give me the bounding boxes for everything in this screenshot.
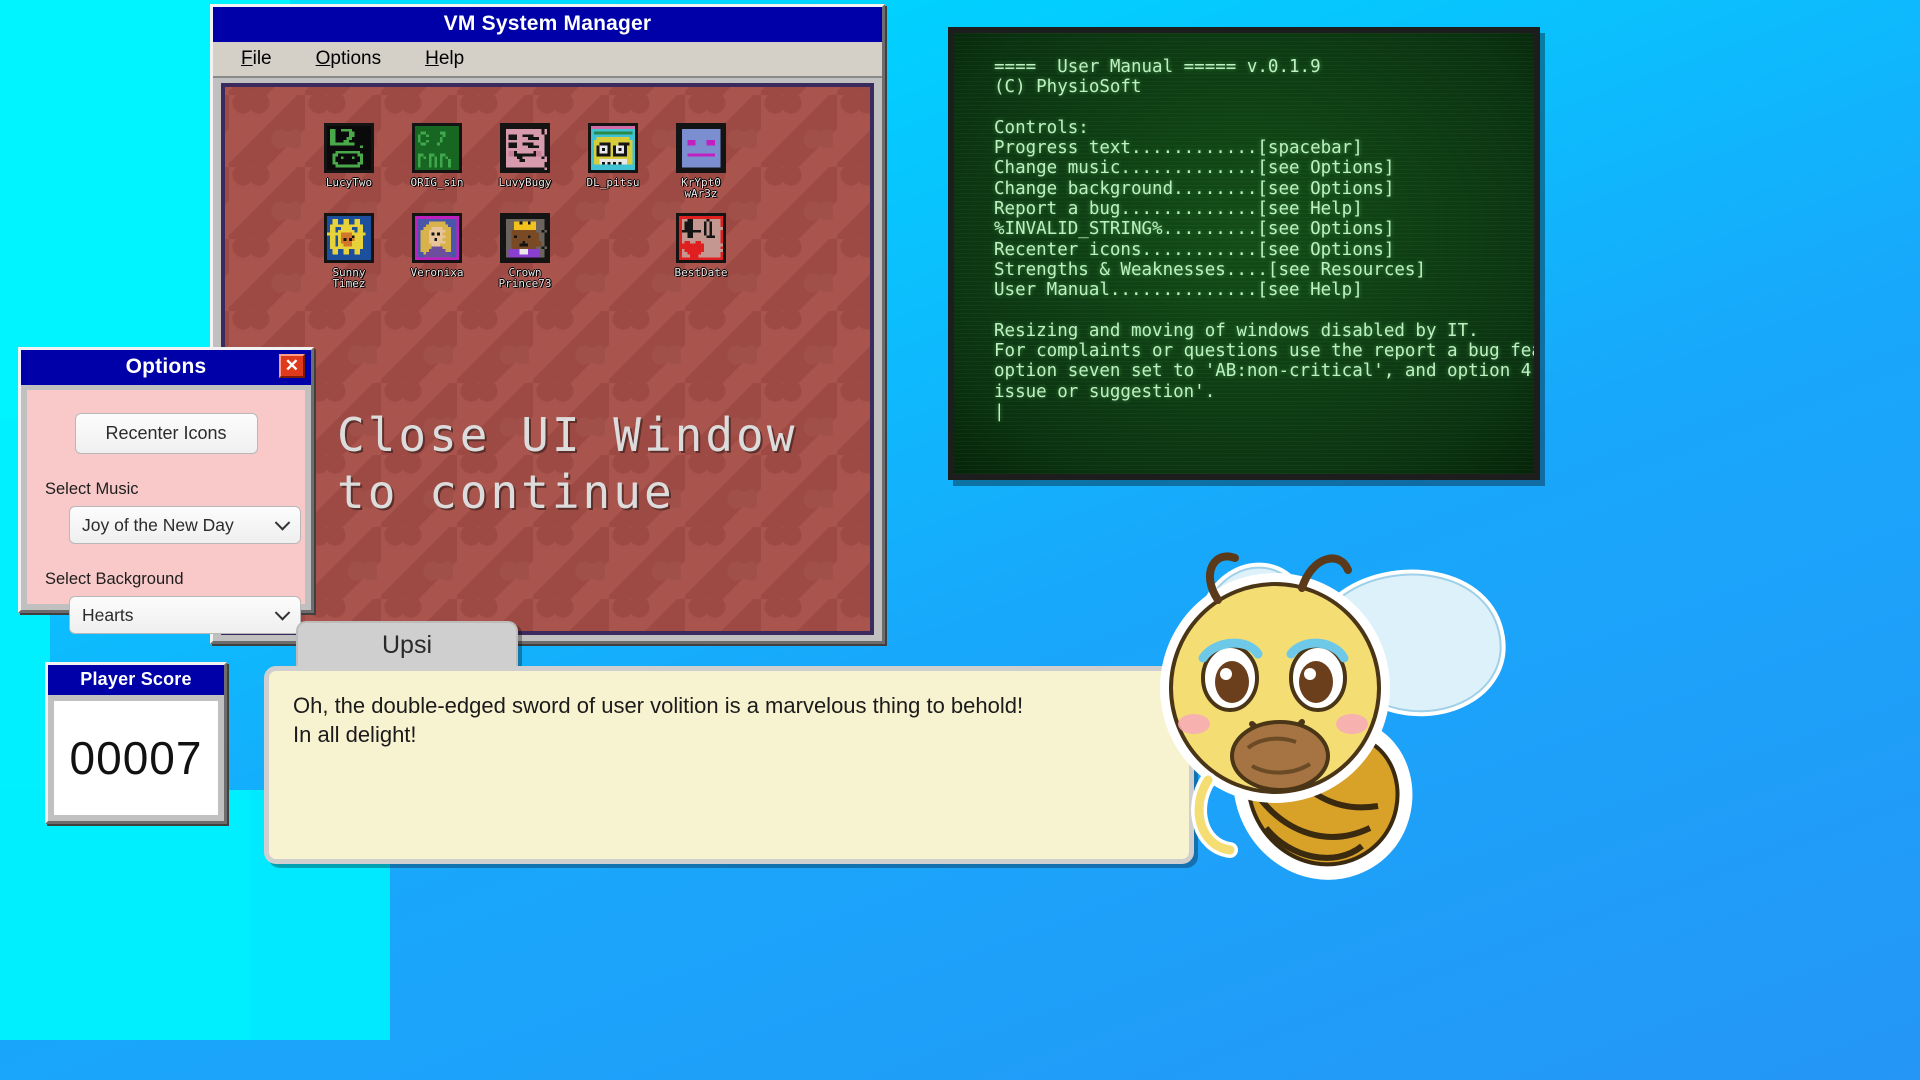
user-manual-text: ==== User Manual ===== v.0.1.9 (C) Physi… xyxy=(994,57,1534,423)
terminal-screen: ==== User Manual ===== v.0.1.9 (C) Physi… xyxy=(954,33,1534,474)
dialogue-text: Oh, the double-edged sword of user volit… xyxy=(293,693,1024,747)
desktop-icon-bestdate[interactable]: BestDate xyxy=(665,213,737,289)
glasses-face-icon xyxy=(588,123,638,173)
desktop-icon-orig-sin[interactable]: ORIG_sin xyxy=(401,123,473,199)
sun-icon xyxy=(324,213,374,263)
cmd-prompt-icon xyxy=(412,123,462,173)
options-title-label: Options xyxy=(125,355,207,378)
select-music-label: Select Music xyxy=(45,480,139,498)
desktop-icon-label: LuvyBugy xyxy=(498,176,552,189)
crown-face-icon xyxy=(500,213,550,263)
dialogue-speaker-tab[interactable]: Upsi xyxy=(296,621,518,667)
player-score-window: Player Score 00007 xyxy=(45,662,227,824)
desktop-icon-veronixa[interactable]: Veronixa xyxy=(401,213,473,289)
blue-face-icon xyxy=(676,123,726,173)
desktop-icon-grid: LucyTwo ORIG_sin LuvyBugy DL_pitsu KrYpt0 wA… xyxy=(313,123,773,303)
user-manual-terminal-window[interactable]: ==== User Manual ===== v.0.1.9 (C) Physi… xyxy=(948,27,1540,480)
dialogue-box[interactable]: Oh, the double-edged sword of user volit… xyxy=(264,666,1194,864)
desktop-icon-dl-pitsu[interactable]: DL_pitsu xyxy=(577,123,649,199)
select-background-label: Select Background xyxy=(45,570,184,588)
close-icon[interactable]: ✕ xyxy=(279,354,305,378)
desktop-icon-label: Sunny Timez xyxy=(332,266,366,290)
vm-menubar[interactable]: File Options Help xyxy=(213,42,882,78)
long-hair-icon xyxy=(412,213,462,263)
menu-item-help[interactable]: Help xyxy=(425,48,464,70)
desktop-icon-luvybugy[interactable]: LuvyBugy xyxy=(489,123,561,199)
desktop-icon-label: BestDate xyxy=(674,266,728,279)
desktop-icon-label: LucyTwo xyxy=(325,176,373,189)
music-select-value: Joy of the New Day xyxy=(82,514,234,535)
player-score-title: Player Score xyxy=(48,665,224,695)
close-ui-overlay-message: Close UI Window to continue xyxy=(337,408,798,519)
desktop-icon-label: Veronixa xyxy=(410,266,464,279)
4u-heart-icon xyxy=(676,213,726,263)
desktop-icon-lucytwo[interactable]: LucyTwo xyxy=(313,123,385,199)
desktop-icon-label: Crown Prince73 xyxy=(498,266,552,290)
background-select[interactable]: Hearts xyxy=(69,596,301,634)
player-score-value: 00007 xyxy=(54,701,218,815)
chevron-down-icon xyxy=(274,605,291,621)
chevron-down-icon xyxy=(274,515,291,531)
desktop-icon-krypt0-war3z[interactable]: KrYpt0 wAr3z xyxy=(665,123,737,199)
options-dialog-window[interactable]: Options ✕ Recenter Icons Select Music Jo… xyxy=(18,347,314,634)
icon-grid-spacer xyxy=(577,213,649,303)
vm-desktop-area[interactable]: LucyTwo ORIG_sin LuvyBugy DL_pitsu KrYpt0 wA… xyxy=(221,83,874,635)
options-dialog-body: Recenter Icons Select Music Joy of the N… xyxy=(27,390,305,634)
pink-face-icon xyxy=(500,123,550,173)
vm-window-title: VM System Manager xyxy=(213,7,882,42)
desktop-icon-label: KrYpt0 wAr3z xyxy=(681,176,721,200)
desktop-icon-label: ORIG_sin xyxy=(410,176,464,189)
desktop-icon-crown-prince73[interactable]: Crown Prince73 xyxy=(489,213,561,289)
bee-mascot xyxy=(1090,528,1510,908)
background-select-value: Hearts xyxy=(82,604,134,625)
menu-item-options[interactable]: Options xyxy=(316,48,381,70)
recenter-icons-button[interactable]: Recenter Icons xyxy=(74,413,258,454)
menu-item-file[interactable]: File xyxy=(241,48,272,70)
robot-l2-icon xyxy=(324,123,374,173)
desktop-icon-label: DL_pitsu xyxy=(586,176,640,189)
options-window-title: Options ✕ xyxy=(21,350,311,385)
desktop-icon-sunny-timez[interactable]: Sunny Timez xyxy=(313,213,385,289)
music-select[interactable]: Joy of the New Day xyxy=(69,506,301,544)
